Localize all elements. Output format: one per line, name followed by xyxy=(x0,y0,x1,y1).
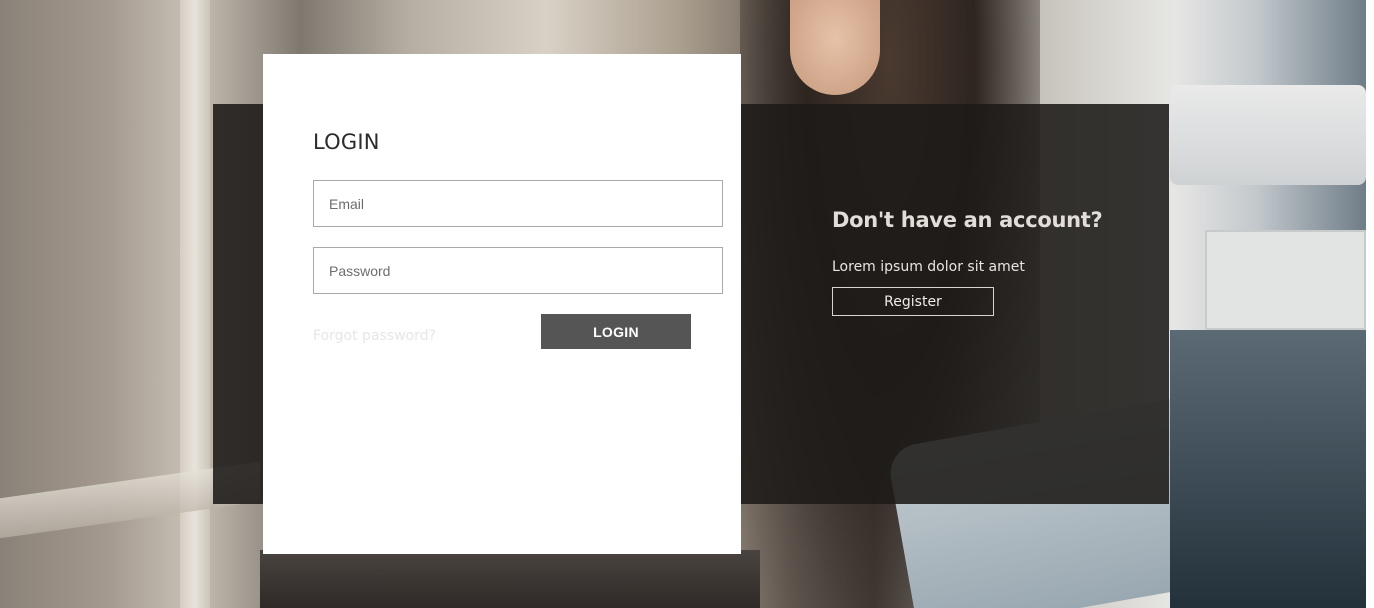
floor-right xyxy=(1170,330,1366,608)
forgot-password-link[interactable]: Forgot password? xyxy=(313,328,436,344)
right-edge-strip xyxy=(1366,0,1374,608)
email-field[interactable] xyxy=(313,180,723,227)
window-frame xyxy=(180,0,210,608)
login-card: LOGIN Forgot password? LOGIN xyxy=(263,54,741,554)
register-title: Don't have an account? xyxy=(832,208,1103,232)
login-button[interactable]: LOGIN xyxy=(541,314,691,349)
nightstand xyxy=(1205,230,1366,330)
floor-left xyxy=(260,550,760,608)
password-field[interactable] xyxy=(313,247,723,294)
login-actions: Forgot password? LOGIN xyxy=(313,314,723,354)
register-description: Lorem ipsum dolor sit amet xyxy=(832,259,1025,275)
bed xyxy=(1170,85,1366,185)
person-face xyxy=(790,0,880,95)
register-button[interactable]: Register xyxy=(832,287,994,316)
register-section: Don't have an account? Lorem ipsum dolor… xyxy=(832,208,1132,316)
login-title: LOGIN xyxy=(313,130,380,154)
